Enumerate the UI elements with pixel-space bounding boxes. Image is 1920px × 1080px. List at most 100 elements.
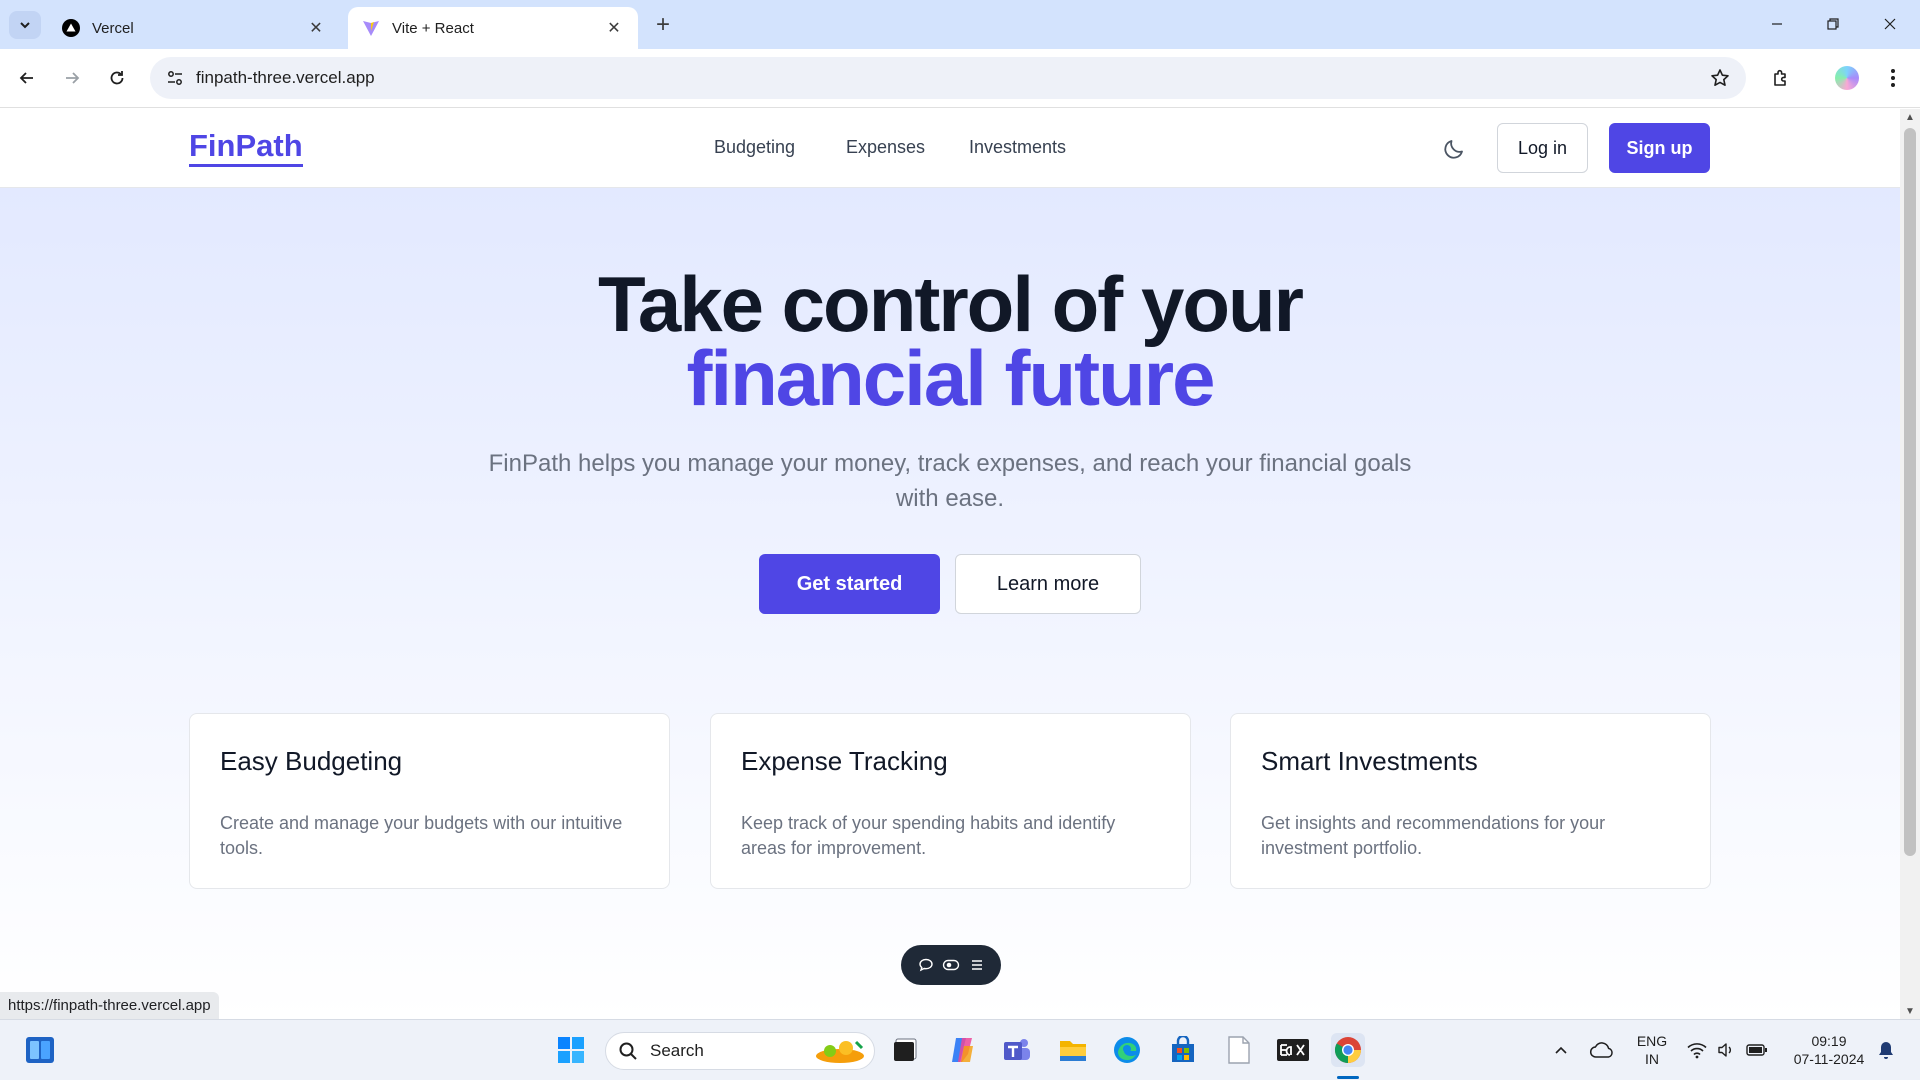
edx-button[interactable]: [1276, 1033, 1310, 1067]
site-header: FinPath Budgeting Expenses Investments L…: [0, 109, 1900, 188]
site-info-icon[interactable]: [160, 63, 190, 93]
battery-icon: [1746, 1044, 1767, 1056]
chrome-icon: [1334, 1037, 1361, 1064]
forward-button[interactable]: [55, 61, 89, 95]
comment-icon[interactable]: [917, 956, 935, 974]
browser-menu-button[interactable]: [1876, 61, 1910, 95]
reload-button[interactable]: [100, 61, 134, 95]
toggle-icon[interactable]: [942, 956, 960, 974]
feature-card-investments: Smart Investments Get insights and recom…: [1230, 713, 1711, 889]
close-icon: [1884, 18, 1896, 30]
nav-link-budgeting[interactable]: Budgeting: [714, 137, 795, 158]
link-status-bubble: https://finpath-three.vercel.app: [0, 992, 219, 1019]
vercel-toolbar[interactable]: [901, 945, 1001, 985]
store-button[interactable]: [1166, 1033, 1200, 1067]
learn-more-button[interactable]: Learn more: [955, 554, 1141, 614]
browser-toolbar: finpath-three.vercel.app: [0, 49, 1920, 108]
page-scrollbar[interactable]: ▲ ▼: [1900, 109, 1920, 1019]
clock-time: 09:19: [1811, 1033, 1847, 1049]
widgets-button[interactable]: [23, 1033, 57, 1067]
show-hidden-icons-button[interactable]: [1545, 1033, 1577, 1067]
clock[interactable]: 09:19 07-11-2024: [1781, 1032, 1877, 1068]
new-tab-button[interactable]: +: [650, 11, 676, 38]
notifications-button[interactable]: [1870, 1033, 1902, 1067]
hero-title-line2: financial future: [686, 334, 1215, 422]
folder-icon: [1060, 1041, 1086, 1061]
restore-button[interactable]: [1808, 8, 1858, 40]
search-highlight-icon: [816, 1040, 864, 1063]
minimize-button[interactable]: [1752, 8, 1802, 40]
tab-vite-react[interactable]: Vite + React ✕: [348, 7, 638, 49]
feature-card-title: Smart Investments: [1261, 746, 1478, 776]
document-icon: [1228, 1036, 1250, 1064]
language-indicator[interactable]: ENG IN: [1632, 1032, 1672, 1068]
hero-subtitle: FinPath helps you manage your money, tra…: [488, 450, 1412, 512]
volume-button[interactable]: [1712, 1033, 1740, 1067]
close-icon[interactable]: ✕: [604, 18, 624, 38]
chrome-button[interactable]: [1331, 1033, 1365, 1067]
windows-taskbar: Search ENG IN 09:19 07-11-2024: [0, 1019, 1920, 1080]
edge-button[interactable]: [1110, 1033, 1144, 1067]
tab-vercel[interactable]: Vercel ✕: [48, 7, 340, 49]
feature-card-title: Easy Budgeting: [220, 746, 403, 776]
start-button[interactable]: [554, 1033, 588, 1067]
widgets-icon: [26, 1037, 54, 1063]
battery-button[interactable]: [1742, 1033, 1772, 1067]
profile-button[interactable]: [1830, 61, 1864, 95]
hero-title-line1: Take control of your: [598, 260, 1304, 348]
task-view-button[interactable]: [889, 1033, 923, 1067]
copilot-button[interactable]: [945, 1033, 979, 1067]
windows-icon: [558, 1037, 584, 1063]
close-icon[interactable]: ✕: [306, 18, 326, 38]
active-app-indicator: [1337, 1076, 1359, 1079]
signup-button[interactable]: Sign up: [1609, 123, 1710, 173]
wifi-button[interactable]: [1682, 1033, 1712, 1067]
nav-link-expenses[interactable]: Expenses: [846, 137, 925, 158]
tab-title: Vercel: [92, 19, 134, 37]
scroll-thumb[interactable]: [1904, 128, 1916, 856]
moon-icon: [1444, 140, 1463, 159]
page-viewport: FinPath Budgeting Expenses Investments L…: [0, 109, 1900, 1019]
menu-icon[interactable]: [968, 956, 986, 974]
site-logo[interactable]: FinPath: [189, 129, 303, 167]
reload-icon: [110, 71, 124, 85]
chevron-up-icon: [1555, 1046, 1567, 1054]
teams-button[interactable]: [1000, 1033, 1034, 1067]
region-label: IN: [1645, 1051, 1659, 1067]
feature-card-budgeting: Easy Budgeting Create and manage your bu…: [189, 713, 670, 889]
extensions-button[interactable]: [1764, 61, 1798, 95]
copilot-icon: [952, 1038, 973, 1062]
nav-link-investments[interactable]: Investments: [969, 137, 1066, 158]
url-text: finpath-three.vercel.app: [196, 68, 375, 87]
feature-card-description: Create and manage your budgets with our …: [220, 813, 623, 858]
login-button[interactable]: Log in: [1497, 123, 1588, 173]
wifi-icon: [1687, 1043, 1707, 1059]
bell-icon: [1879, 1042, 1893, 1059]
theme-toggle-button[interactable]: [1440, 135, 1468, 163]
scroll-down-icon[interactable]: ▼: [1905, 1006, 1915, 1017]
hero-title: Take control of your financial future: [0, 260, 1900, 422]
bookmark-star-icon[interactable]: [1708, 66, 1732, 90]
scroll-up-icon[interactable]: ▲: [1905, 112, 1915, 123]
back-button[interactable]: [10, 61, 44, 95]
clock-date: 07-11-2024: [1793, 1051, 1865, 1067]
tab-title: Vite + React: [392, 19, 474, 37]
browser-tabstrip: Vercel ✕ Vite + React ✕ +: [0, 0, 1920, 49]
language-label: ENG: [1636, 1033, 1668, 1049]
taskbar-search[interactable]: Search: [605, 1032, 875, 1070]
tab-search-button[interactable]: [9, 11, 41, 39]
feature-card-title: Expense Tracking: [741, 746, 948, 776]
notepad-button[interactable]: [1222, 1033, 1256, 1067]
minimize-icon: [1772, 23, 1782, 25]
arrow-right-icon: [66, 72, 80, 84]
restore-icon: [1827, 18, 1839, 30]
address-bar[interactable]: finpath-three.vercel.app: [150, 57, 1746, 99]
file-explorer-button[interactable]: [1056, 1033, 1090, 1067]
onedrive-button[interactable]: [1585, 1033, 1619, 1067]
vercel-icon: [62, 19, 80, 37]
close-window-button[interactable]: [1865, 8, 1915, 40]
get-started-button[interactable]: Get started: [759, 554, 940, 614]
more-vertical-icon: [1891, 69, 1895, 87]
search-label: Search: [650, 1041, 704, 1060]
edx-icon: [1277, 1039, 1309, 1061]
